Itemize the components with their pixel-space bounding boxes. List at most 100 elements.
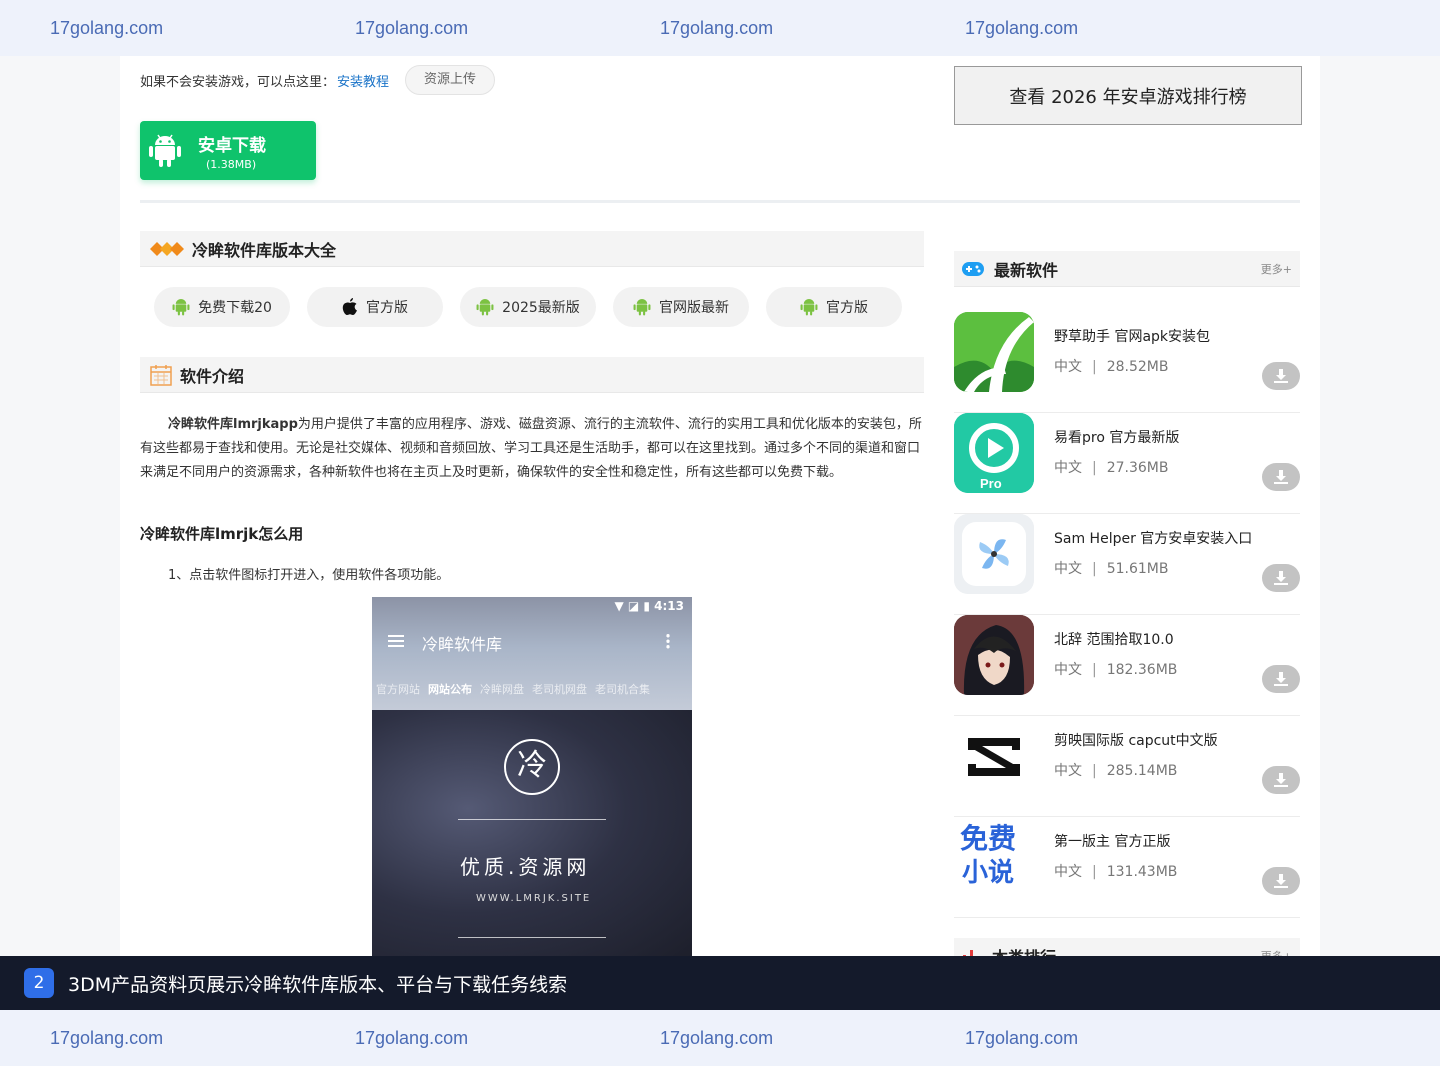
version-chip-label: 2025最新版 bbox=[502, 300, 580, 316]
category-more-link[interactable]: 更多+ bbox=[1261, 948, 1292, 956]
watermark-text: 17golang.com bbox=[660, 1027, 774, 1048]
free-novel-label-top: 免费 bbox=[960, 822, 1017, 855]
pro-label: Pro bbox=[980, 476, 1002, 491]
app-list-item[interactable]: Sam Helper 官方安卓安装入口 中文 | 51.61MB bbox=[954, 514, 1300, 615]
app-size: 131.43MB bbox=[1106, 864, 1178, 880]
app-size: 28.52MB bbox=[1106, 359, 1169, 375]
app-list-item[interactable]: Pro 易看pro 官方最新版 中文 | 27.36MB bbox=[954, 413, 1300, 514]
download-icon[interactable] bbox=[1262, 362, 1300, 390]
screenshot-tab: 老司机合集 bbox=[595, 683, 650, 696]
caption-bar: 2 3DM产品资料页展示冷眸软件库版本、平台与下载任务线索 bbox=[0, 956, 1440, 1010]
version-chip[interactable]: 官方版 bbox=[766, 287, 902, 327]
install-hint-row: 如果不会安装游戏，可以点这里： 安装教程 资源上传 bbox=[140, 65, 496, 95]
divider-line bbox=[458, 937, 606, 938]
versions-flame-icon bbox=[150, 241, 184, 256]
app-list-item[interactable]: 野草助手 官网apk安装包 中文 | 28.52MB bbox=[954, 312, 1300, 413]
app-size: 285.14MB bbox=[1106, 763, 1178, 779]
divider-line bbox=[458, 819, 606, 820]
version-chip-label: 官方版 bbox=[826, 300, 868, 316]
app-name: 野草助手 官网apk安装包 bbox=[1054, 329, 1211, 345]
version-chip[interactable]: 免费下载20 bbox=[154, 287, 290, 327]
watermark-text: 17golang.com bbox=[965, 1027, 1079, 1048]
version-chip[interactable]: 官方版 bbox=[307, 287, 443, 327]
calendar-icon bbox=[150, 364, 172, 386]
divider bbox=[140, 200, 1300, 203]
android-download-button[interactable]: 安卓下载 (1.38MB) bbox=[140, 121, 316, 180]
install-guide-link[interactable]: 安装教程 bbox=[337, 71, 389, 90]
android-icon bbox=[476, 299, 494, 316]
version-chip-label: 官网版最新 bbox=[659, 300, 729, 316]
latest-section-header: 最新软件 更多+ bbox=[954, 251, 1300, 287]
app-list-item[interactable]: 免费 小说 第一版主 官方正版 中文 | 131.43MB bbox=[954, 817, 1300, 918]
version-chip-label: 官方版 bbox=[366, 300, 408, 316]
app-name: 北辞 范围拾取10.0 bbox=[1054, 632, 1174, 648]
more-vert-icon bbox=[666, 633, 670, 649]
android-icon bbox=[633, 299, 651, 316]
app-name: 第一版主 官方正版 bbox=[1054, 834, 1171, 850]
download-icon[interactable] bbox=[1262, 564, 1300, 592]
download-label: 安卓下载 bbox=[198, 135, 266, 156]
caption-text: 3DM产品资料页展示冷眸软件库版本、平台与下载任务线索 bbox=[68, 973, 568, 996]
watermark-text: 17golang.com bbox=[50, 17, 164, 38]
versions-section-title: 冷眸软件库版本大全 bbox=[192, 240, 337, 260]
screenshot-slogan: 优质.资源网 bbox=[460, 855, 591, 879]
download-icon[interactable] bbox=[1262, 665, 1300, 693]
android-icon bbox=[172, 299, 190, 316]
version-chip[interactable]: 2025最新版 bbox=[460, 287, 596, 327]
app-lang: 中文 bbox=[1054, 864, 1082, 880]
screenshot-app-title: 冷眸软件库 bbox=[422, 635, 503, 654]
product-page: 如果不会安装游戏，可以点这里： 安装教程 资源上传 安卓下载 (1.38MB) bbox=[120, 56, 1320, 956]
version-chip[interactable]: 官网版最新 bbox=[613, 287, 749, 327]
gamepad-icon bbox=[962, 261, 984, 276]
app-meta: 中文 | 285.14MB bbox=[1054, 763, 1178, 779]
app-lang: 中文 bbox=[1054, 662, 1082, 678]
app-size: 27.36MB bbox=[1106, 460, 1169, 476]
version-chip-label: 免费下载20 bbox=[198, 300, 272, 316]
app-lang: 中文 bbox=[1054, 763, 1082, 779]
app-list-item[interactable]: 剪映国际版 capcut中文版 中文 | 285.14MB bbox=[954, 716, 1300, 817]
free-novel-icon: 免费 小说 bbox=[954, 817, 1034, 897]
ranking-button[interactable]: 查看 2026 年安卓游戏排行榜 bbox=[954, 66, 1302, 125]
grass-helper-icon bbox=[954, 312, 1034, 392]
download-icon[interactable] bbox=[1262, 766, 1300, 794]
download-icon[interactable] bbox=[1262, 867, 1300, 895]
android-icon bbox=[149, 134, 181, 167]
screenshot-logo: 冷 bbox=[504, 739, 560, 795]
apple-icon bbox=[342, 298, 357, 315]
app-screenshot: ▼ ◪ ▮ 4:13 冷眸软件库 官方网站 网站公布 冷眸网盘 老司机网盘 老司… bbox=[372, 597, 692, 956]
latest-more-link[interactable]: 更多+ bbox=[1261, 261, 1292, 277]
category-ranking-title: 本类排行 bbox=[992, 944, 1056, 956]
watermark-text: 17golang.com bbox=[355, 1027, 469, 1048]
app-meta: 中文 | 131.43MB bbox=[1054, 864, 1178, 880]
intro-section-title: 软件介绍 bbox=[180, 366, 245, 386]
screenshot-tabs: 官方网站 网站公布 冷眸网盘 老司机网盘 老司机合集 bbox=[376, 681, 650, 697]
app-meta: 中文 | 182.36MB bbox=[1054, 662, 1178, 678]
status-time: 4:13 bbox=[654, 599, 684, 613]
watermark-text: 17golang.com bbox=[355, 17, 469, 38]
app-name: Sam Helper 官方安卓安装入口 bbox=[1054, 531, 1253, 547]
download-icon[interactable] bbox=[1262, 463, 1300, 491]
howto-title: 冷眸软件库lmrjk怎么用 bbox=[140, 525, 304, 543]
app-list-item[interactable]: 北辞 范围拾取10.0 中文 | 182.36MB bbox=[954, 615, 1300, 716]
watermark-text: 17golang.com bbox=[50, 1027, 164, 1048]
app-name: 剪映国际版 capcut中文版 bbox=[1054, 733, 1218, 749]
howto-step-1: 1、点击软件图标打开进入，使用软件各项功能。 bbox=[168, 568, 450, 583]
intro-paragraph: 冷眸软件库lmrjkapp为用户提供了丰富的应用程序、游戏、磁盘资源、流行的主流… bbox=[140, 413, 924, 485]
upload-resource-button[interactable]: 资源上传 bbox=[405, 65, 496, 95]
install-hint: 如果不会安装游戏，可以点这里： bbox=[140, 74, 336, 90]
bar-chart-icon bbox=[963, 950, 973, 956]
app-meta: 中文 | 51.61MB bbox=[1054, 561, 1169, 577]
watermark-text: 17golang.com bbox=[965, 17, 1079, 38]
version-list: 免费下载20 官方版 2025最新版 官网版最新 官方版 bbox=[154, 287, 902, 327]
app-size: 182.36MB bbox=[1106, 662, 1178, 678]
app-lang: 中文 bbox=[1054, 359, 1082, 375]
app-name: 易看pro 官方最新版 bbox=[1054, 430, 1180, 446]
caption-number-badge: 2 bbox=[24, 968, 54, 998]
app-size: 51.61MB bbox=[1106, 561, 1169, 577]
app-meta: 中文 | 27.36MB bbox=[1054, 460, 1169, 476]
download-size: (1.38MB) bbox=[206, 157, 257, 171]
app-lang: 中文 bbox=[1054, 561, 1082, 577]
category-ranking-header: 本类排行 更多+ bbox=[954, 938, 1300, 956]
hamburger-icon bbox=[388, 635, 404, 647]
screenshot-tab: 网站公布 bbox=[428, 683, 472, 696]
